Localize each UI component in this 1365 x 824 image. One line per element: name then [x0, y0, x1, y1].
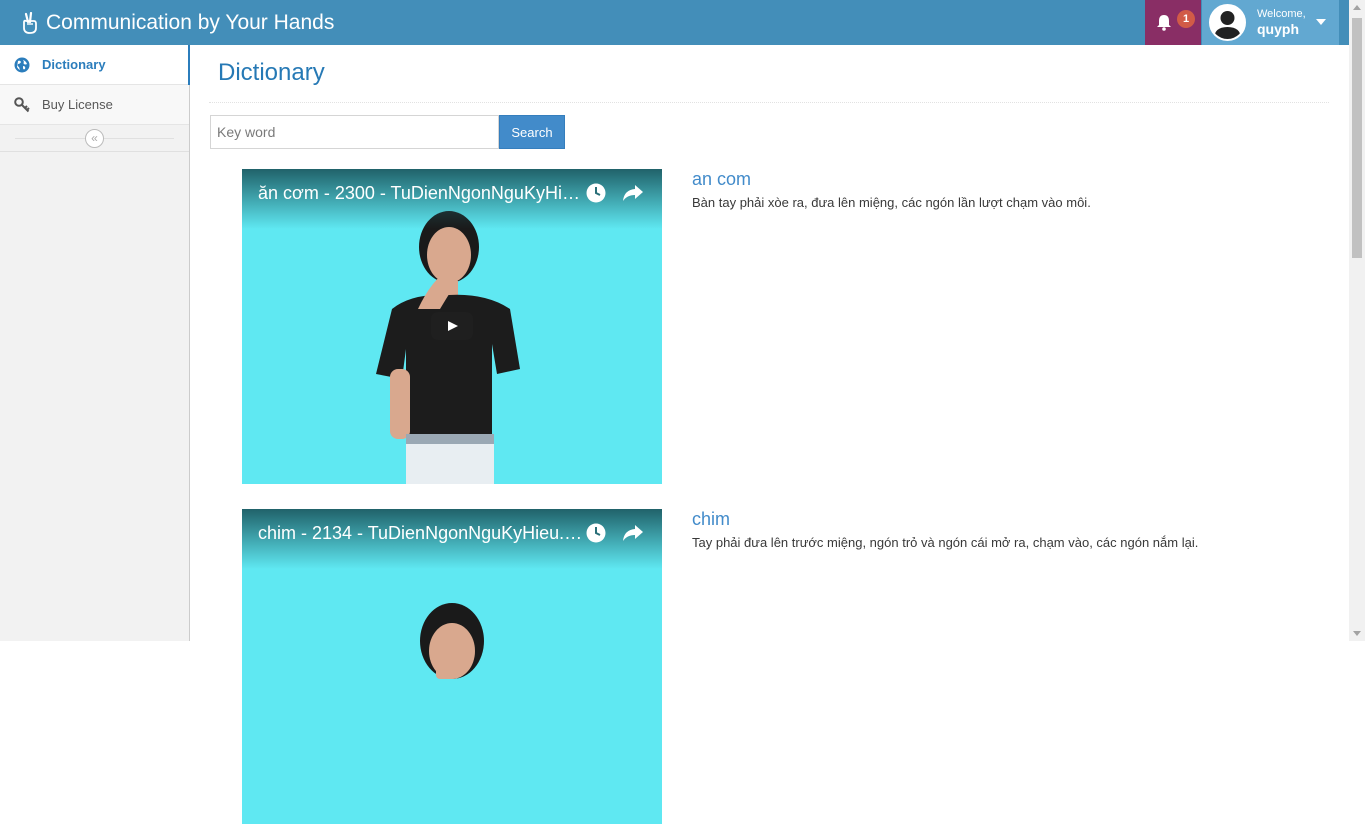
top-navbar: Communication by Your Hands 1 Welcome, q…	[0, 0, 1349, 45]
video-player[interactable]: ăn cơm - 2300 - TuDienNgonNguKyHieu.com	[242, 169, 662, 484]
bell-icon	[1157, 15, 1171, 31]
sidebar-item-dictionary[interactable]: Dictionary	[0, 45, 190, 85]
share-icon[interactable]	[622, 523, 644, 543]
scroll-up-arrow-icon[interactable]	[1353, 5, 1361, 10]
page-scrollbar[interactable]	[1349, 0, 1365, 641]
globe-icon	[14, 57, 30, 72]
page-title: Dictionary	[218, 59, 325, 86]
scrollbar-thumb[interactable]	[1352, 18, 1362, 258]
entry-word[interactable]: an com	[692, 169, 751, 190]
double-chevron-left-icon[interactable]: «	[85, 129, 104, 148]
search-button[interactable]: Search	[499, 115, 565, 149]
video-title[interactable]: chim - 2134 - TuDienNgonNguKyHieu.com	[258, 523, 588, 544]
main-content: Dictionary Search ăn cơm - 2300 - TuDien…	[190, 45, 1349, 824]
app-brand[interactable]: Communication by Your Hands	[20, 0, 334, 45]
video-thumbnail-image	[376, 211, 520, 484]
welcome-text: Welcome,	[1257, 8, 1306, 20]
watch-later-icon[interactable]	[586, 523, 606, 543]
video-player[interactable]: chim - 2134 - TuDienNgonNguKyHieu.com	[242, 509, 662, 824]
dictionary-entry: ăn cơm - 2300 - TuDienNgonNguKyHieu.com …	[242, 169, 1322, 484]
watch-later-icon[interactable]	[586, 183, 606, 203]
play-button-icon[interactable]	[431, 312, 473, 340]
sidebar-collapse: «	[0, 125, 189, 152]
key-icon	[14, 96, 30, 112]
app-title: Communication by Your Hands	[46, 10, 335, 34]
sidebar-item-label: Buy License	[42, 97, 113, 112]
scroll-down-arrow-icon[interactable]	[1353, 631, 1361, 636]
entry-description: Tay phải đưa lên trước miệng, ngón trỏ v…	[692, 535, 1199, 550]
notifications-button[interactable]: 1	[1145, 0, 1201, 45]
sidebar-item-label: Dictionary	[42, 57, 106, 72]
sidebar: Dictionary Buy License «	[0, 45, 190, 641]
share-icon[interactable]	[622, 183, 644, 203]
victory-hand-icon	[23, 11, 37, 34]
keyword-search-input[interactable]	[210, 115, 499, 149]
entry-description: Bàn tay phải xòe ra, đưa lên miệng, các …	[692, 195, 1091, 210]
video-title[interactable]: ăn cơm - 2300 - TuDienNgonNguKyHieu.com	[258, 183, 588, 204]
user-name: quyph	[1257, 21, 1299, 37]
notification-count-badge: 1	[1177, 10, 1195, 28]
divider	[209, 102, 1329, 103]
dictionary-entry: chim - 2134 - TuDienNgonNguKyHieu.com ch…	[242, 509, 1322, 824]
entry-word[interactable]: chim	[692, 509, 730, 530]
video-thumbnail-image	[420, 603, 484, 679]
user-avatar-icon	[1209, 4, 1246, 41]
user-menu[interactable]: Welcome, quyph	[1202, 0, 1339, 45]
sidebar-item-buy-license[interactable]: Buy License	[0, 85, 189, 125]
caret-down-icon	[1316, 19, 1326, 25]
